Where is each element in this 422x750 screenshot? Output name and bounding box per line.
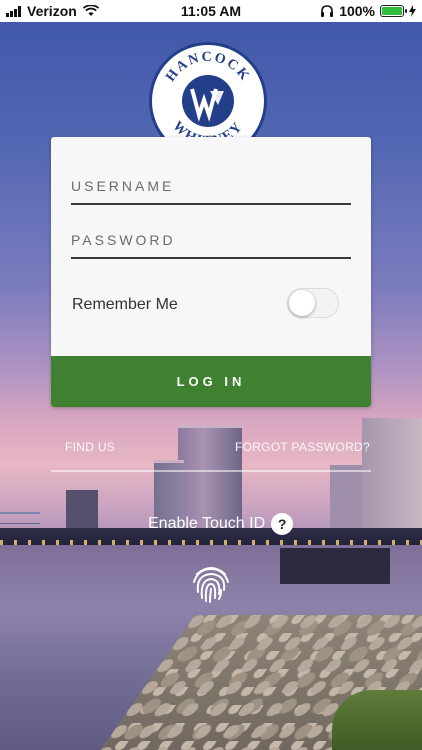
touch-id-row: Enable Touch ID ? — [148, 513, 294, 535]
battery-icon — [380, 5, 407, 17]
background-pier — [280, 548, 390, 584]
fingerprint-icon[interactable] — [188, 560, 234, 606]
toggle-knob — [289, 290, 315, 316]
password-input[interactable] — [71, 223, 351, 257]
status-right: 100% — [320, 3, 416, 19]
background-building — [330, 465, 362, 535]
background-grass — [332, 690, 422, 750]
links-divider — [51, 470, 371, 472]
password-field-wrapper — [71, 223, 351, 259]
username-input[interactable] — [71, 169, 351, 203]
login-card: Remember Me LOG IN — [51, 137, 371, 407]
log-in-button[interactable]: LOG IN — [51, 356, 371, 407]
charging-icon — [409, 5, 416, 17]
status-bar: Verizon 11:05 AM 100% — [0, 0, 422, 22]
forgot-password-link[interactable]: FORGOT PASSWORD? — [235, 440, 370, 454]
background-bridge — [0, 512, 40, 524]
username-field-wrapper — [71, 169, 351, 205]
background-building — [362, 418, 422, 536]
battery-percent: 100% — [339, 3, 375, 19]
remember-me-toggle[interactable] — [287, 288, 339, 318]
remember-me-label: Remember Me — [72, 296, 178, 313]
find-us-link[interactable]: FIND US — [65, 440, 115, 454]
enable-touch-id-label[interactable]: Enable Touch ID — [148, 515, 265, 533]
headphones-icon — [321, 5, 334, 17]
help-icon[interactable]: ? — [271, 513, 294, 535]
